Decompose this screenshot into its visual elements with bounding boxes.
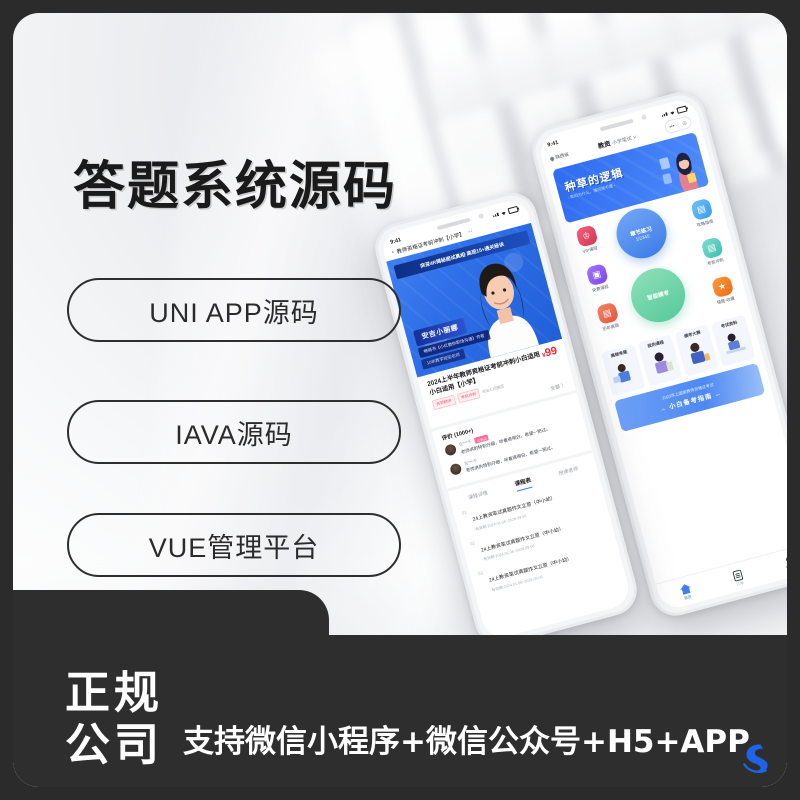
- card-hot-questions[interactable]: 高频考题: [601, 344, 646, 397]
- wifi-icon: [670, 111, 675, 115]
- course-tag: 名师精讲: [431, 394, 457, 411]
- star-icon: ★: [710, 275, 734, 299]
- grid-item-sprint[interactable]: ▤ 考前冲刺: [693, 235, 733, 270]
- tab-profile[interactable]: 我的: [783, 555, 787, 574]
- feature-pill-uniapp: UNI APP源码: [67, 278, 401, 342]
- pill-label: VUE管理平台: [148, 532, 320, 563]
- gift-icon: ▣: [585, 263, 609, 287]
- home-title-subject: 小学笔试: [611, 135, 633, 147]
- pill-label: IAVA源码: [175, 419, 293, 450]
- platform-support-text: 支持微信小程序+微信公众号+H5+APP: [183, 724, 750, 760]
- tab-home[interactable]: 首页: [679, 582, 694, 601]
- grid-item-free[interactable]: ▣ 免费课程: [578, 261, 618, 296]
- avatar: [448, 461, 463, 476]
- bottom-band: 正规 公司 支持微信小程序+微信公众号+H5+APP: [13, 590, 787, 787]
- grid-item-past-papers[interactable]: ▤ 历年真题: [588, 300, 628, 335]
- grid-label: 攻略指南: [696, 218, 714, 228]
- banner-illustration: [659, 152, 699, 192]
- feature-pill-vue: VUE管理平台: [67, 513, 401, 577]
- signal-icon: [492, 212, 499, 217]
- page-title: 答题系统源码: [73, 157, 398, 217]
- poster-root: 9:41 陕西省 教资 小学笔试 ˅ ••• ◎ 种草的逻辑 - 免问为什么，简…: [0, 0, 800, 800]
- card-illustration: [613, 364, 631, 384]
- card-illustration: [726, 333, 746, 355]
- grid-label: 考前冲刺: [706, 257, 725, 267]
- grid-label: VIP课程: [582, 245, 598, 255]
- tab-orders[interactable]: 订单: [732, 569, 745, 588]
- chevron-left-icon[interactable]: ‹: [391, 249, 394, 255]
- chevron-down-icon: ˅: [632, 134, 638, 142]
- doc-icon: ▤: [700, 236, 724, 260]
- company-badge-line2: 公司: [65, 718, 164, 771]
- location-selector[interactable]: 陕西省: [549, 151, 569, 162]
- target-icon[interactable]: ◎: [676, 118, 691, 128]
- mini-program-capsule[interactable]: ••• ◎: [663, 114, 693, 135]
- grid-label: 历年真题: [601, 322, 620, 332]
- bubble-chapter-practice[interactable]: 章节练习 1/2345: [610, 202, 673, 264]
- bubble-smart-mock[interactable]: 智能模考: [625, 262, 692, 329]
- company-badge-line1: 正规: [65, 666, 164, 719]
- tab-label: 订单: [735, 580, 745, 587]
- wifi-icon: [501, 211, 506, 215]
- card-illustration: [690, 342, 711, 364]
- all-label: 全部 〉: [549, 382, 568, 393]
- avatar: [443, 443, 458, 457]
- more-dots-icon[interactable]: ···: [467, 228, 474, 235]
- location-label: 陕西省: [554, 151, 570, 160]
- user-icon: [783, 555, 787, 568]
- grid-item-guide[interactable]: ▤ 攻略指南: [683, 196, 723, 231]
- pill-label: UNI APP源码: [149, 297, 319, 328]
- company-badge: 正规 公司: [65, 667, 163, 771]
- grid-label: 免费课程: [591, 283, 610, 293]
- card-mock-contest[interactable]: 模考大赛: [674, 324, 719, 377]
- card-my-courses[interactable]: 我的课程: [637, 334, 683, 387]
- course-price: ¥99: [541, 344, 559, 363]
- feature-pill-java: IAVA源码: [67, 400, 401, 464]
- card-exam-materials[interactable]: 考试资料: [711, 314, 756, 367]
- paper-icon: ▤: [595, 301, 619, 326]
- course-buyers: 458人已购买: [481, 383, 505, 395]
- course-tag: 考前冲刺: [456, 388, 481, 404]
- card-illustration: [654, 352, 674, 374]
- order-icon: [732, 569, 744, 582]
- grid-item-wrong-collect[interactable]: ★ 错题·收藏: [703, 273, 743, 308]
- grid-item-vip[interactable]: ♔ VIP课程: [568, 223, 608, 258]
- signal-icon: [661, 112, 668, 117]
- price-value: 99: [543, 344, 559, 360]
- grid-label: 错题·收藏: [716, 295, 736, 306]
- crown-icon: ♔: [574, 224, 599, 248]
- poster-canvas: 9:41 陕西省 教资 小学笔试 ˅ ••• ◎ 种草的逻辑 - 免问为什么，简…: [13, 13, 787, 787]
- tab-label: 首页: [683, 594, 692, 601]
- location-pin-icon: [549, 155, 555, 162]
- home-title-main: 教资: [597, 140, 612, 151]
- brand-swoosh-icon: [743, 744, 768, 773]
- bubble-title: 智能模考: [646, 290, 670, 302]
- book-icon: ▤: [689, 197, 714, 222]
- bottom-band-tab: [13, 590, 329, 650]
